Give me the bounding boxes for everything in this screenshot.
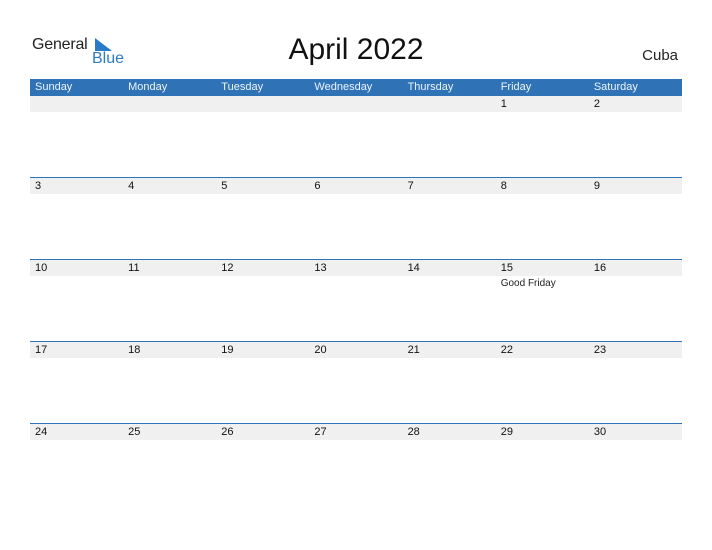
day-number: 29	[500, 426, 513, 438]
holiday-label	[309, 194, 402, 196]
holiday-label	[123, 112, 216, 114]
weekday-monday: Monday	[128, 81, 168, 93]
holiday-label	[496, 440, 589, 442]
week-row: 17 18 19 20 21 22 23	[30, 341, 682, 423]
holiday-label	[403, 112, 496, 114]
day-number: 4	[128, 180, 135, 192]
day-number: 30	[593, 426, 607, 438]
holiday-label	[30, 194, 123, 196]
day-number: 9	[593, 180, 600, 192]
day-number	[30, 96, 123, 112]
holiday-label	[30, 440, 123, 442]
holiday-label	[216, 276, 309, 289]
day-number: 20	[314, 344, 327, 356]
day-number: 12	[221, 262, 234, 274]
day-number: 14	[407, 262, 420, 274]
day-number: 22	[500, 344, 513, 356]
day-number: 5	[221, 180, 228, 192]
day-number	[123, 96, 216, 112]
day-number: 1	[500, 98, 507, 110]
holiday-label	[123, 194, 216, 196]
day-number-row: 10 11 12 13 14 15 16	[30, 260, 682, 276]
day-number: 28	[407, 426, 420, 438]
day-number: 13	[314, 262, 327, 274]
day-number-row: 12	[30, 96, 682, 112]
holiday-label	[496, 194, 589, 196]
holiday-label	[589, 440, 682, 442]
holiday-label	[216, 358, 309, 360]
day-number: 7	[407, 180, 414, 192]
weekday-sunday: Sunday	[35, 81, 73, 93]
holiday-label	[309, 276, 402, 289]
day-number: 15	[500, 262, 513, 274]
day-number: 26	[221, 426, 234, 438]
holiday-label	[309, 112, 402, 114]
holiday-label	[30, 276, 123, 289]
day-number: 16	[593, 262, 607, 274]
day-number-row: 3 4 5 6 7 8 9	[30, 178, 682, 194]
day-number: 11	[128, 262, 140, 274]
holiday-label	[589, 358, 682, 360]
event-row	[30, 358, 682, 360]
holiday-label	[496, 358, 589, 360]
day-number: 2	[593, 98, 600, 110]
day-number-row: 17 18 19 20 21 22 23	[30, 342, 682, 358]
holiday-label	[123, 276, 216, 289]
holiday-label: Good Friday	[500, 278, 556, 289]
day-number	[216, 96, 309, 112]
week-row: 12	[30, 96, 682, 177]
day-number: 10	[35, 262, 48, 274]
day-number	[403, 96, 496, 112]
holiday-label	[403, 358, 496, 360]
event-row	[30, 194, 682, 196]
holiday-label	[589, 194, 682, 196]
holiday-label	[123, 440, 216, 442]
day-number: 8	[500, 180, 507, 192]
day-number: 17	[35, 344, 48, 356]
event-row	[30, 112, 682, 114]
day-number: 23	[593, 344, 607, 356]
day-number: 24	[35, 426, 48, 438]
weeks-container: 1 2 3 4 5 6 7 8 9 10 11 12 13 14 15 16 Good Friday 17 18 19…	[30, 96, 682, 505]
holiday-label	[403, 194, 496, 196]
calendar-title: April 2022	[288, 33, 424, 66]
holiday-label	[403, 440, 496, 442]
holiday-label	[496, 112, 589, 114]
day-number: 3	[35, 180, 42, 192]
week-row: 24 25 26 27 28 29 30	[30, 423, 682, 505]
weekday-thursday: Thursday	[407, 81, 454, 93]
holiday-label	[123, 358, 216, 360]
day-number-row: 24 25 26 27 28 29 30	[30, 424, 682, 440]
day-number	[309, 96, 402, 112]
weekday-wednesday: Wednesday	[314, 81, 373, 93]
holiday-label	[30, 358, 123, 360]
country-label: Cuba	[642, 47, 678, 64]
holiday-label	[309, 440, 402, 442]
holiday-label	[589, 112, 682, 114]
holiday-label	[216, 194, 309, 196]
weekday-saturday: Saturday	[593, 81, 638, 93]
weekday-header: Sunday Monday Tuesday Wednesday Thursday…	[30, 79, 682, 96]
event-row: Good Friday	[30, 276, 682, 289]
holiday-label	[30, 112, 123, 114]
weekday-tuesday: Tuesday	[221, 81, 264, 93]
day-number: 27	[314, 426, 327, 438]
event-row	[30, 440, 682, 442]
day-number: 18	[128, 344, 141, 356]
day-number: 19	[221, 344, 234, 356]
weekday-friday: Friday	[500, 81, 532, 93]
day-number: 25	[128, 426, 141, 438]
calendar-grid: Sunday Monday Tuesday Wednesday Thursday…	[30, 79, 682, 505]
holiday-label	[216, 112, 309, 114]
holiday-label	[403, 276, 496, 289]
day-number: 6	[314, 180, 321, 192]
holiday-label	[216, 440, 309, 442]
holiday-label	[309, 358, 402, 360]
holiday-label	[589, 276, 682, 289]
day-number: 21	[407, 344, 420, 356]
week-row: 10 11 12 13 14 15 16 Good Friday	[30, 259, 682, 341]
week-row: 3 4 5 6 7 8 9	[30, 177, 682, 259]
